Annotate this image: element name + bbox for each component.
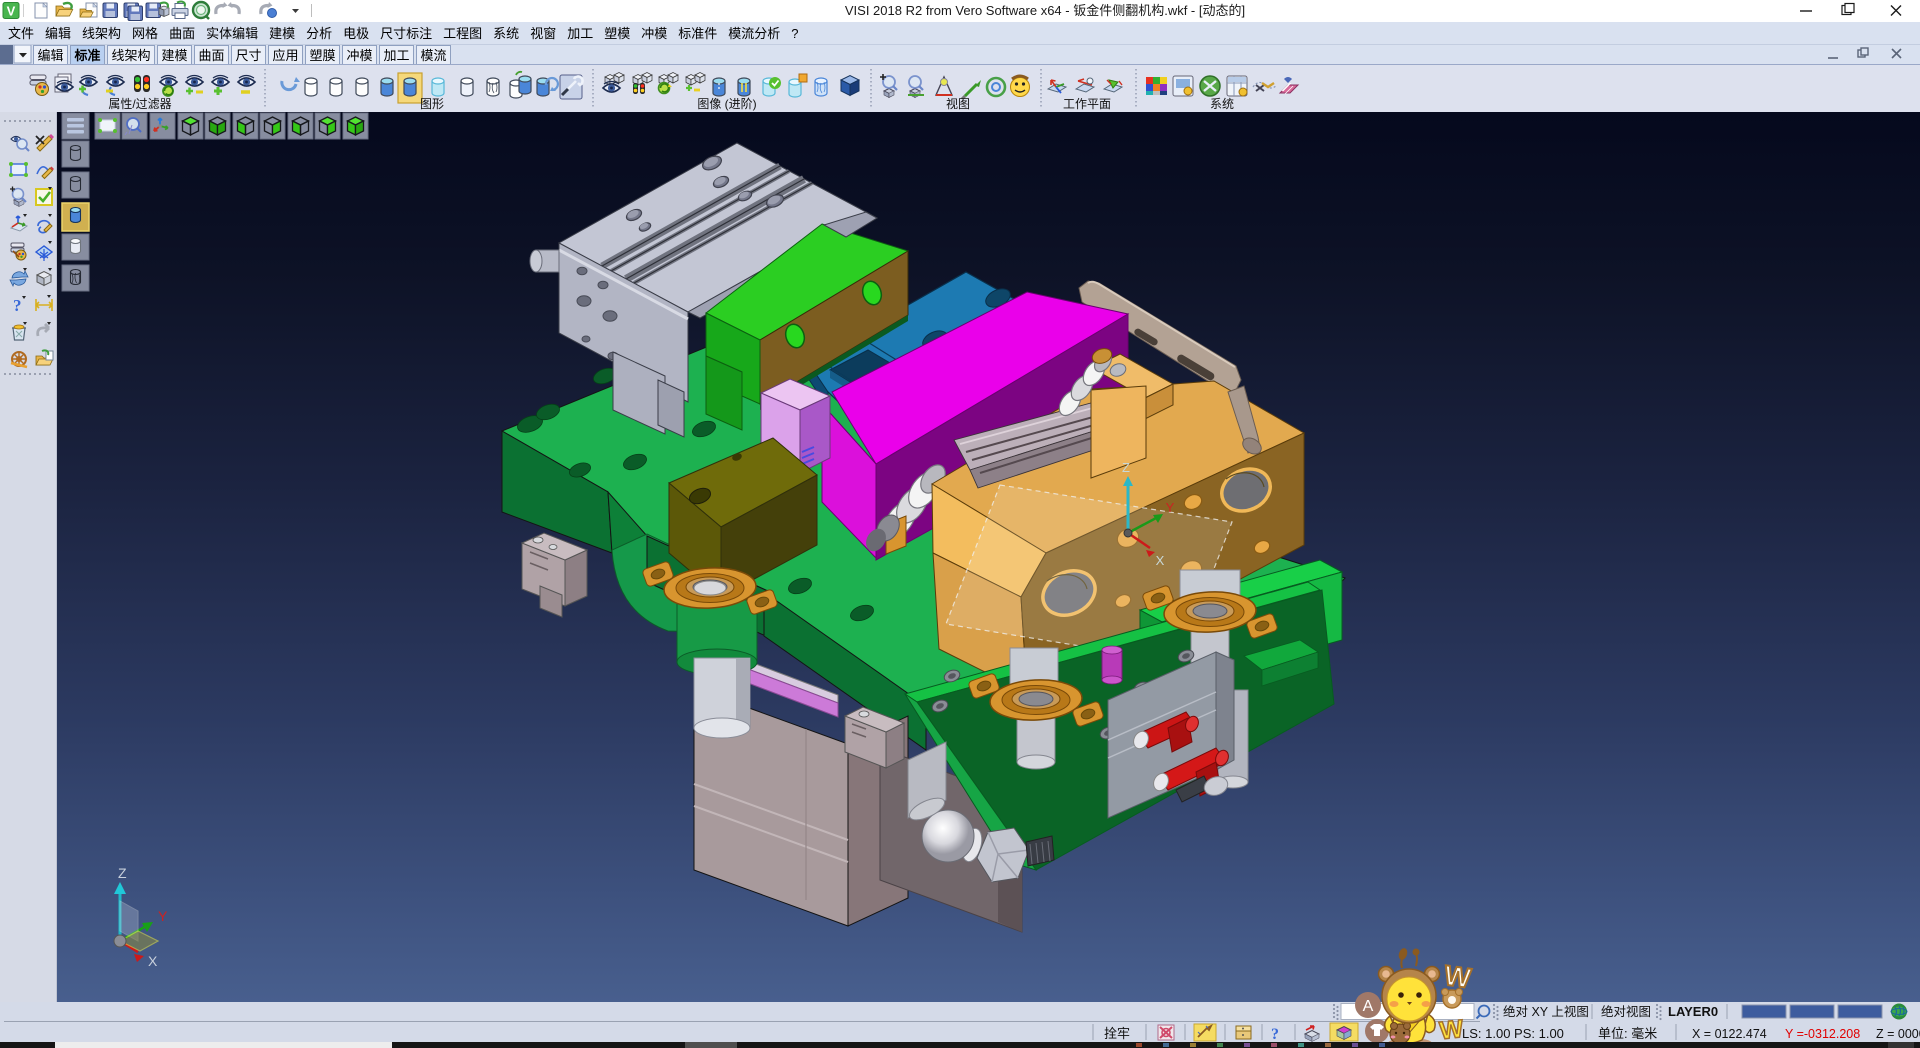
svg-text:W: W: [1438, 1015, 1465, 1045]
svg-text:A: A: [1363, 998, 1374, 1015]
